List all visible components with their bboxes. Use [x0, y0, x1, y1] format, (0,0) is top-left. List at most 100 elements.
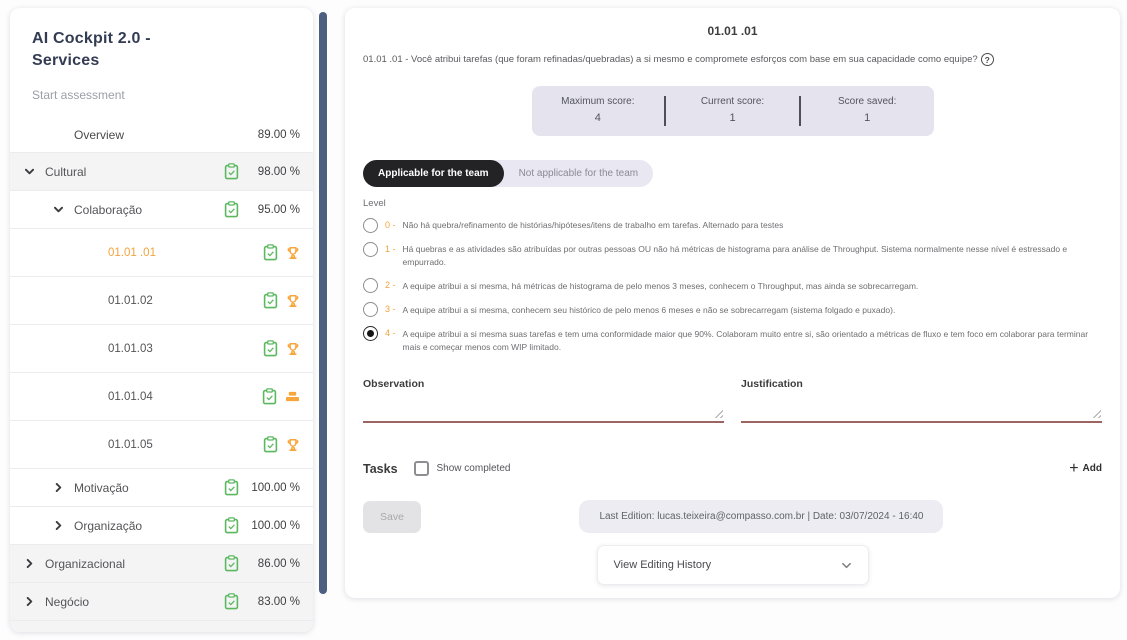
tree-item[interactable]: Motivação 100.00 %: [10, 468, 313, 506]
radio-icon[interactable]: [363, 302, 378, 317]
chevron-icon[interactable]: [54, 521, 64, 531]
tree-item-label: 01.01.04: [108, 391, 153, 403]
tree-item[interactable]: Cultural 98.00 %: [10, 152, 313, 190]
level-option[interactable]: 1 -Há quebras e as atividades são atribu…: [363, 241, 1102, 270]
clipboard-check-icon: [263, 244, 278, 261]
trophy-icon: [286, 246, 300, 260]
tree-item-label: 01.01.03: [108, 343, 153, 355]
trophy-icon: [286, 342, 300, 356]
tree-item-percent: 86.00 %: [247, 558, 300, 570]
clipboard-check-icon: [263, 292, 278, 309]
sidebar-scrollbar[interactable]: [319, 12, 327, 594]
level-options: 0 - Não há quebra/refinamento de história…: [363, 217, 1102, 355]
level-option[interactable]: 2 -A equipe atribui a si mesma, há métri…: [363, 277, 1102, 293]
tree-item[interactable]: Colaboração 95.00 %: [10, 190, 313, 228]
tree-item-label: Organizacional: [45, 557, 125, 571]
start-assessment-label: Start assessment: [32, 88, 313, 102]
tree-item-status: 100.00 %: [224, 517, 300, 534]
last-edition-badge: Last Edition: lucas.teixeira@compasso.co…: [579, 500, 943, 533]
tree-item[interactable]: 01.01.02: [10, 276, 313, 324]
tree-item-label: Organização: [74, 519, 142, 533]
chevron-icon[interactable]: [25, 167, 35, 177]
clipboard-check-icon: [224, 479, 239, 496]
clipboard-check-icon: [224, 201, 239, 218]
level-option[interactable]: 3 -A equipe atribui a si mesma, conhecem…: [363, 301, 1102, 317]
justification-field-group: Justification: [741, 378, 1102, 423]
add-task-button[interactable]: + Add: [1069, 463, 1102, 474]
tree-item[interactable]: 01.01 .01: [10, 228, 313, 276]
score-col: Current score:1: [666, 94, 799, 128]
show-completed-label: Show completed: [437, 463, 511, 474]
tree-item[interactable]: Organização 100.00 %: [10, 506, 313, 544]
option-text: A equipe atribui a si mesma suas tarefas…: [403, 328, 1102, 354]
tree-item[interactable]: 01.01.04: [10, 372, 313, 420]
tab-applicable-for-the-team[interactable]: Applicable for the team: [363, 160, 504, 187]
option-text: Não há quebra/refinamento de histórias/h…: [403, 219, 784, 232]
option-text: Há quebras e as atividades são atribuída…: [403, 243, 1102, 269]
chevron-icon[interactable]: [54, 205, 64, 215]
tree-item[interactable]: 01.01.03: [10, 324, 313, 372]
trophy-icon: [286, 438, 300, 452]
add-task-label: Add: [1083, 463, 1102, 474]
trophy-icon: [286, 294, 300, 308]
tree-item-status: [263, 436, 300, 453]
score-value: 4: [532, 110, 665, 128]
clipboard-check-icon: [224, 593, 239, 610]
tree-item-label: 01.01.05: [108, 439, 153, 451]
view-editing-history-button[interactable]: View Editing History: [597, 545, 869, 585]
clipboard-check-icon: [262, 388, 277, 405]
chevron-icon[interactable]: [25, 597, 35, 607]
option-number: 3 -: [385, 304, 396, 314]
level-option[interactable]: 4 -A equipe atribui a si mesma suas tare…: [363, 325, 1102, 354]
observation-input[interactable]: [363, 395, 724, 423]
tree-item-status: 98.00 %: [224, 163, 300, 180]
overview-label: Overview: [74, 128, 124, 142]
overview-percent: 89.00 %: [247, 129, 300, 141]
radio-icon[interactable]: [363, 278, 378, 293]
score-value: 1: [666, 110, 799, 128]
level-option[interactable]: 0 - Não há quebra/refinamento de história…: [363, 217, 1102, 233]
question-panel: 01.01 .01 01.01 .01 - Você atribui taref…: [345, 8, 1120, 598]
tree-item-percent: 83.00 %: [247, 596, 300, 608]
observation-label: Observation: [363, 378, 724, 390]
chevron-icon[interactable]: [54, 483, 64, 493]
score-label: Current score:: [666, 94, 799, 110]
chevron-icon[interactable]: [25, 559, 35, 569]
tree-item-label: Motivação: [74, 481, 129, 495]
clipboard-check-icon: [224, 163, 239, 180]
tree-item[interactable]: Organizacional 86.00 %: [10, 544, 313, 582]
show-completed-checkbox[interactable]: [414, 461, 429, 476]
score-label: Score saved:: [801, 94, 934, 110]
tasks-label: Tasks: [363, 462, 398, 476]
save-button[interactable]: Save: [363, 501, 421, 533]
score-value: 1: [801, 110, 934, 128]
tree-item-percent: 100.00 %: [247, 520, 300, 532]
tree-item-label: Cultural: [45, 165, 86, 179]
observation-field-group: Observation: [363, 378, 724, 423]
help-icon[interactable]: ?: [981, 53, 994, 66]
clipboard-check-icon: [224, 555, 239, 572]
tree-item-label: Colaboração: [74, 203, 142, 217]
tree-item-percent: 98.00 %: [247, 166, 300, 178]
app-title: AI Cockpit 2.0 - Services: [32, 28, 217, 71]
tree-item-status: 100.00 %: [224, 479, 300, 496]
justification-input[interactable]: [741, 395, 1102, 423]
tab-not-applicable-for-the-team[interactable]: Not applicable for the team: [504, 160, 654, 187]
sidebar-item-overview[interactable]: Overview 89.00 %: [10, 118, 313, 152]
tree-item[interactable]: 01.01.05: [10, 420, 313, 468]
justification-label: Justification: [741, 378, 1102, 390]
chevron-down-icon: [841, 560, 852, 571]
option-number: 0 -: [385, 220, 396, 230]
level-label: Level: [363, 198, 1102, 209]
radio-icon[interactable]: [363, 218, 378, 233]
sidebar-partial-row: [10, 620, 313, 632]
sidebar-tree: Cultural 98.00 % Colaboração 95.00 % 01.…: [10, 152, 313, 620]
radio-icon[interactable]: [363, 326, 378, 341]
tree-item-percent: 100.00 %: [247, 482, 300, 494]
question-row: 01.01 .01 - Você atribui tarefas (que fo…: [363, 53, 1102, 66]
tree-item[interactable]: Negócio 83.00 %: [10, 582, 313, 620]
radio-icon[interactable]: [363, 242, 378, 257]
clipboard-check-icon: [224, 517, 239, 534]
save-row: Save Last Edition: lucas.teixeira@compas…: [363, 500, 1102, 533]
tree-item-percent: 95.00 %: [247, 204, 300, 216]
